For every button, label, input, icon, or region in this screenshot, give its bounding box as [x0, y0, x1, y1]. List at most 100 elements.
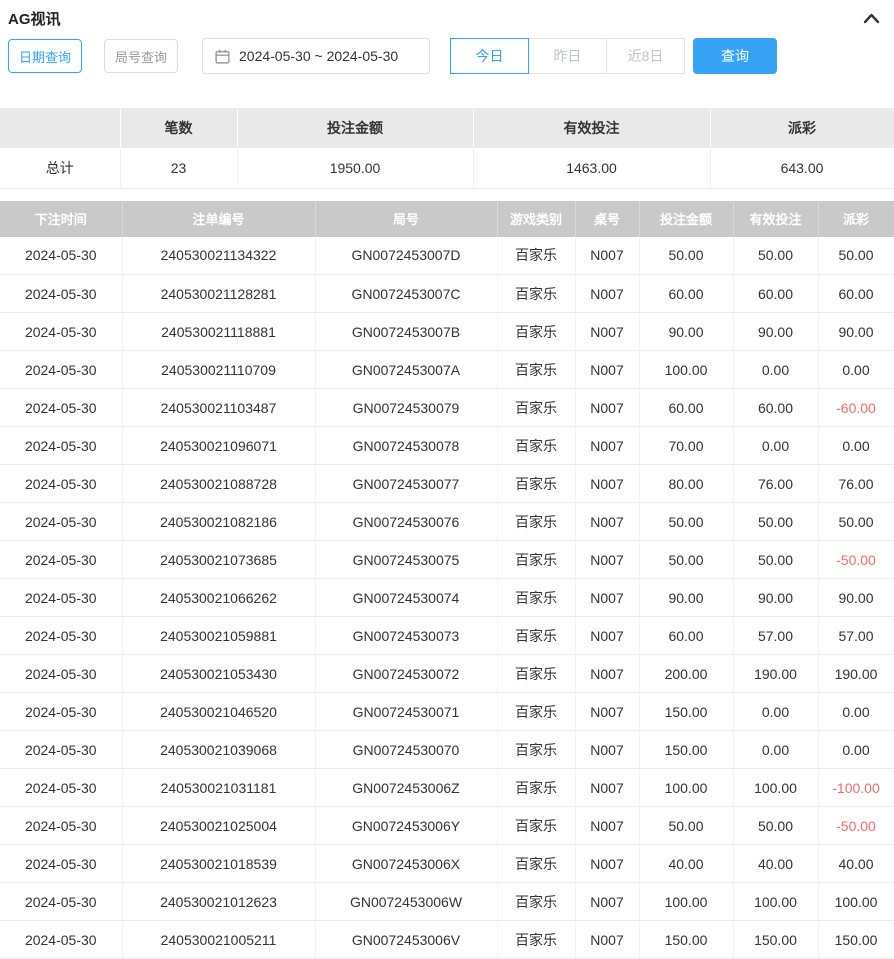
- summary-total-label: 总计: [0, 148, 120, 188]
- table-row: 2024-05-30240530021110709GN0072453007A百家…: [0, 351, 894, 389]
- valid-bet-cell: 50.00: [733, 237, 818, 275]
- payout-cell: 60.00: [818, 275, 894, 313]
- col-header-game-type: 游戏类别: [497, 201, 575, 237]
- quick-yesterday-button[interactable]: 昨日: [528, 38, 607, 74]
- game-type-cell: 百家乐: [497, 579, 575, 617]
- summary-header-payout: 派彩: [710, 108, 894, 148]
- payout-cell: 76.00: [818, 465, 894, 503]
- bet-time-cell: 2024-05-30: [0, 693, 122, 731]
- valid-bet-cell: 60.00: [733, 389, 818, 427]
- table-no-cell: N007: [575, 807, 639, 845]
- bet-amount-cell: 50.00: [639, 541, 733, 579]
- summary-header-valid-bet: 有效投注: [473, 108, 710, 148]
- order-id-cell: 240530021096071: [122, 427, 315, 465]
- table-no-cell: N007: [575, 845, 639, 883]
- valid-bet-cell: 0.00: [733, 731, 818, 769]
- date-range-picker[interactable]: 2024-05-30 ~ 2024-05-30: [202, 38, 430, 74]
- game-type-cell: 百家乐: [497, 313, 575, 351]
- bet-time-cell: 2024-05-30: [0, 579, 122, 617]
- valid-bet-cell: 90.00: [733, 313, 818, 351]
- order-id-cell: 240530021018539: [122, 845, 315, 883]
- round-id-cell: GN0072453007A: [315, 351, 497, 389]
- calendar-icon: [215, 49, 230, 64]
- bet-amount-cell: 150.00: [639, 731, 733, 769]
- bet-amount-cell: 100.00: [639, 883, 733, 921]
- game-type-cell: 百家乐: [497, 845, 575, 883]
- payout-cell: 90.00: [818, 313, 894, 351]
- order-id-cell: 240530021118881: [122, 313, 315, 351]
- order-id-cell: 240530021053430: [122, 655, 315, 693]
- valid-bet-cell: 190.00: [733, 655, 818, 693]
- bet-amount-cell: 100.00: [639, 769, 733, 807]
- table-no-cell: N007: [575, 579, 639, 617]
- quick-last8days-button[interactable]: 近8日: [606, 38, 685, 74]
- order-id-cell: 240530021005211: [122, 921, 315, 959]
- bet-time-cell: 2024-05-30: [0, 617, 122, 655]
- bet-amount-cell: 70.00: [639, 427, 733, 465]
- section-header: AG视讯: [0, 0, 894, 32]
- date-query-tab[interactable]: 日期查询: [8, 39, 82, 73]
- valid-bet-cell: 57.00: [733, 617, 818, 655]
- bet-time-cell: 2024-05-30: [0, 769, 122, 807]
- payout-cell: 100.00: [818, 883, 894, 921]
- table-no-cell: N007: [575, 731, 639, 769]
- game-type-cell: 百家乐: [497, 921, 575, 959]
- round-id-cell: GN0072453007D: [315, 237, 497, 275]
- payout-cell: 0.00: [818, 351, 894, 389]
- round-id-cell: GN00724530073: [315, 617, 497, 655]
- table-no-cell: N007: [575, 769, 639, 807]
- order-id-cell: 240530021082186: [122, 503, 315, 541]
- valid-bet-cell: 0.00: [733, 427, 818, 465]
- payout-cell: 50.00: [818, 237, 894, 275]
- payout-cell: -60.00: [818, 389, 894, 427]
- round-id-cell: GN00724530077: [315, 465, 497, 503]
- game-type-cell: 百家乐: [497, 731, 575, 769]
- payout-cell: 50.00: [818, 503, 894, 541]
- bets-table: 下注时间 注单编号 局号 游戏类别 桌号 投注金额 有效投注 派彩 2024-0…: [0, 201, 894, 959]
- table-no-cell: N007: [575, 921, 639, 959]
- round-query-tab[interactable]: 局号查询: [104, 39, 178, 73]
- search-button[interactable]: 查询: [693, 38, 777, 74]
- table-no-cell: N007: [575, 389, 639, 427]
- bet-amount-cell: 90.00: [639, 579, 733, 617]
- table-row: 2024-05-30240530021103487GN00724530079百家…: [0, 389, 894, 427]
- game-type-cell: 百家乐: [497, 275, 575, 313]
- table-no-cell: N007: [575, 351, 639, 389]
- table-no-cell: N007: [575, 465, 639, 503]
- game-type-cell: 百家乐: [497, 237, 575, 275]
- valid-bet-cell: 150.00: [733, 921, 818, 959]
- col-header-bet-time: 下注时间: [0, 201, 122, 237]
- table-row: 2024-05-30240530021018539GN0072453006X百家…: [0, 845, 894, 883]
- page-title: AG视讯: [8, 8, 61, 29]
- payout-cell: 90.00: [818, 579, 894, 617]
- collapse-chevron-icon[interactable]: [863, 13, 880, 24]
- payout-cell: -50.00: [818, 807, 894, 845]
- table-row: 2024-05-30240530021012623GN0072453006W百家…: [0, 883, 894, 921]
- order-id-cell: 240530021046520: [122, 693, 315, 731]
- bet-amount-cell: 50.00: [639, 503, 733, 541]
- bet-time-cell: 2024-05-30: [0, 237, 122, 275]
- table-row: 2024-05-30240530021046520GN00724530071百家…: [0, 693, 894, 731]
- summary-total-row: 总计 23 1950.00 1463.00 643.00: [0, 148, 894, 188]
- payout-cell: 40.00: [818, 845, 894, 883]
- payout-cell: 0.00: [818, 693, 894, 731]
- table-row: 2024-05-30240530021096071GN00724530078百家…: [0, 427, 894, 465]
- bet-time-cell: 2024-05-30: [0, 389, 122, 427]
- col-header-round-id: 局号: [315, 201, 497, 237]
- bet-amount-cell: 60.00: [639, 617, 733, 655]
- quick-today-button[interactable]: 今日: [450, 38, 529, 74]
- table-row: 2024-05-30240530021025004GN0072453006Y百家…: [0, 807, 894, 845]
- round-id-cell: GN00724530072: [315, 655, 497, 693]
- valid-bet-cell: 60.00: [733, 275, 818, 313]
- game-type-cell: 百家乐: [497, 655, 575, 693]
- order-id-cell: 240530021012623: [122, 883, 315, 921]
- game-type-cell: 百家乐: [497, 883, 575, 921]
- table-row: 2024-05-30240530021059881GN00724530073百家…: [0, 617, 894, 655]
- payout-cell: 0.00: [818, 427, 894, 465]
- date-range-value: 2024-05-30 ~ 2024-05-30: [239, 48, 398, 64]
- payout-cell: 0.00: [818, 731, 894, 769]
- col-header-valid-bet: 有效投注: [733, 201, 818, 237]
- bet-amount-cell: 90.00: [639, 313, 733, 351]
- bet-time-cell: 2024-05-30: [0, 807, 122, 845]
- game-type-cell: 百家乐: [497, 693, 575, 731]
